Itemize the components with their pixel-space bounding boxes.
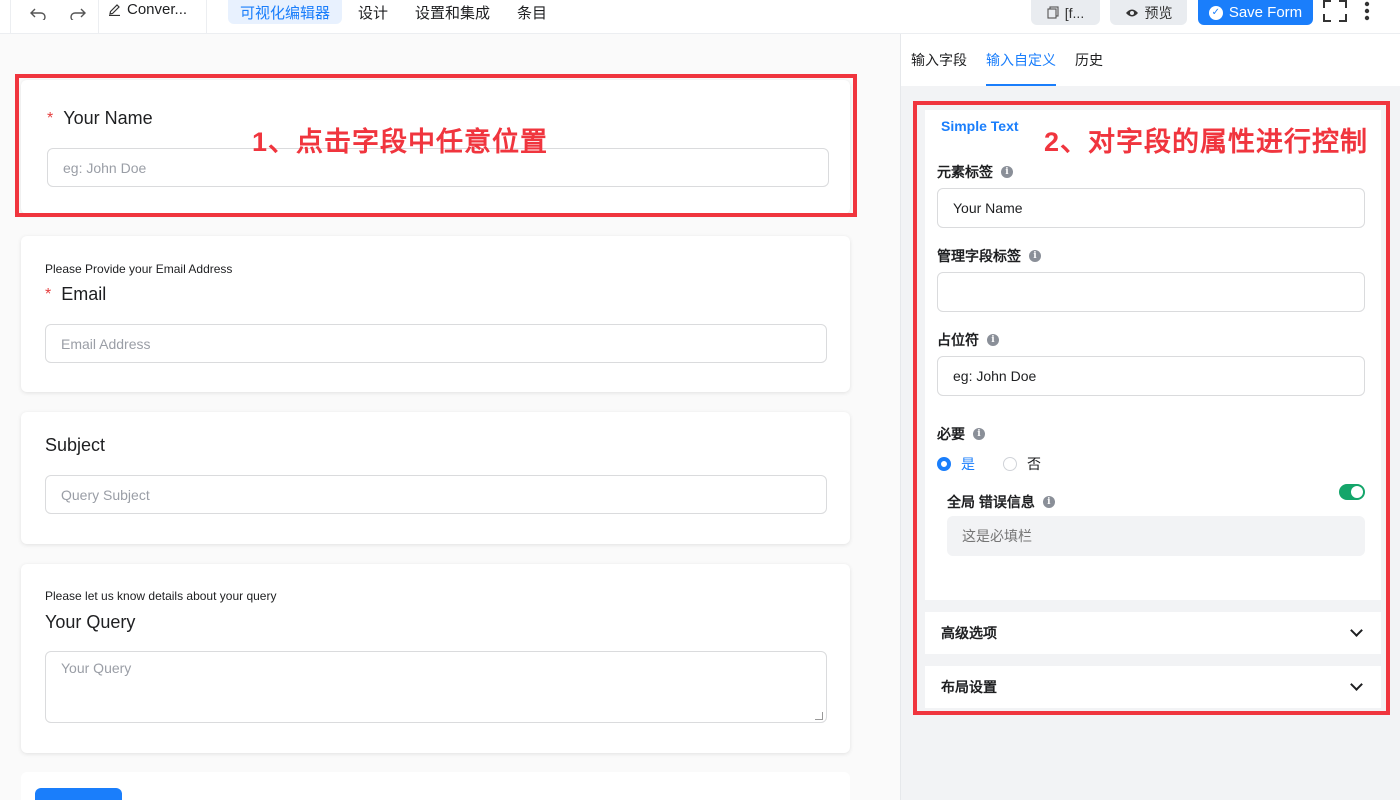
form-title-text: Conver...: [127, 0, 188, 18]
annotation-step2: 2、对字段的属性进行控制: [1044, 127, 1369, 157]
query-help-text: Please let us know details about your qu…: [45, 589, 277, 603]
required-asterisk: *: [45, 285, 52, 303]
your-query-textarea[interactable]: [45, 651, 827, 723]
toolbar-divider: [98, 0, 99, 34]
save-form-button[interactable]: ✓ Save Form: [1198, 0, 1313, 25]
more-vertical-icon[interactable]: [1358, 0, 1376, 22]
tab-input-fields[interactable]: 输入字段: [911, 50, 967, 84]
tab-history[interactable]: 历史: [1075, 50, 1103, 84]
tab-visual-editor[interactable]: 可视化编辑器: [228, 0, 343, 24]
top-toolbar: Conver... 可视化编辑器 设计 设置和集成 条目 [f... 预览 ✓ …: [0, 0, 1400, 34]
email-help-text: Please Provide your Email Address: [45, 262, 233, 276]
annotation-box-step2: [913, 101, 1390, 715]
subject-input[interactable]: [45, 475, 827, 514]
resize-handle-icon[interactable]: [815, 712, 823, 720]
shortcode-button[interactable]: [f...: [1031, 0, 1100, 25]
email-input[interactable]: [45, 324, 827, 363]
check-circle-icon: ✓: [1208, 5, 1223, 20]
toolbar-divider: [10, 0, 11, 34]
field-label-email: * Email: [45, 284, 106, 305]
tab-entries[interactable]: 条目: [505, 0, 559, 24]
preview-label: 预览: [1144, 4, 1173, 21]
panel-tabs: 输入字段 输入自定义 历史: [901, 34, 1400, 86]
annotation-step1: 1、点击字段中任意位置: [252, 127, 549, 157]
eye-icon: [1125, 9, 1138, 16]
tab-settings[interactable]: 设置和集成: [403, 0, 502, 24]
undo-icon[interactable]: [26, 0, 50, 28]
save-form-label: Save Form: [1228, 4, 1303, 21]
redo-icon[interactable]: [66, 0, 90, 28]
tab-design[interactable]: 设计: [346, 0, 400, 24]
form-title[interactable]: Conver...: [108, 0, 187, 18]
your-query-label: Your Query: [45, 612, 136, 632]
tab-input-customization[interactable]: 输入自定义: [986, 50, 1056, 86]
field-card-submit[interactable]: [21, 772, 850, 800]
edit-icon: [109, 3, 120, 16]
subject-label: Subject: [45, 435, 106, 455]
field-card-your-query[interactable]: Please let us know details about your qu…: [21, 564, 850, 753]
email-label: Email: [61, 284, 107, 304]
submit-button[interactable]: [35, 788, 122, 800]
copy-icon: [1047, 6, 1059, 19]
field-card-email[interactable]: Please Provide your Email Address * Emai…: [21, 236, 850, 392]
preview-button[interactable]: 预览: [1110, 0, 1187, 25]
field-card-subject[interactable]: Subject: [21, 412, 850, 544]
shortcode-label: [f...: [1064, 4, 1085, 21]
toolbar-divider: [206, 0, 207, 34]
fullscreen-icon[interactable]: [1322, 0, 1348, 22]
